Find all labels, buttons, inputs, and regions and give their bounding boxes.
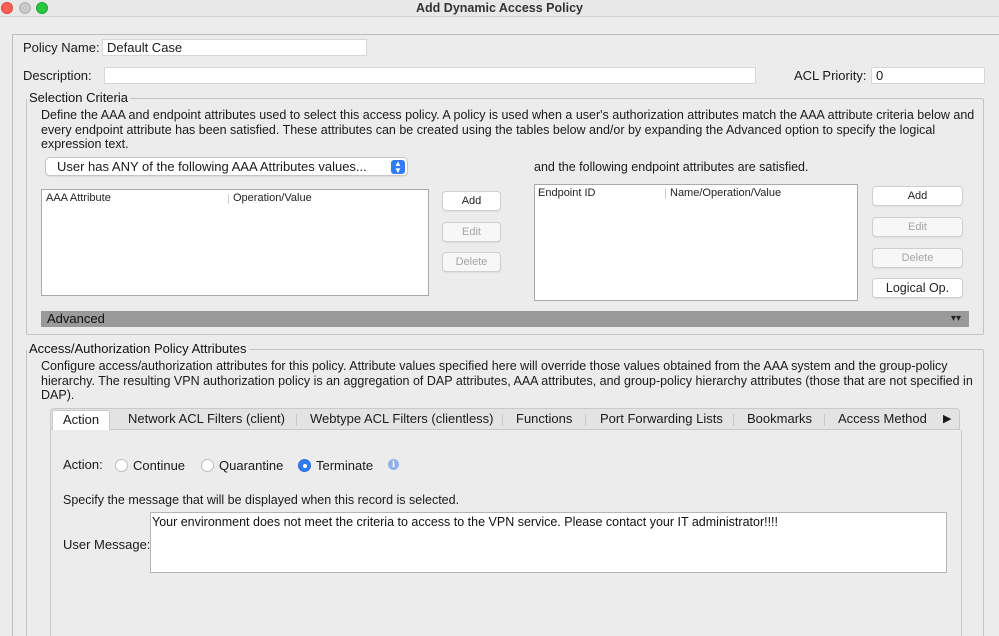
description-field[interactable]	[104, 67, 756, 84]
tab-divider	[733, 414, 734, 426]
tab-bookmarks[interactable]: Bookmarks	[747, 409, 812, 429]
access-authorization-description: Configure access/authorization attribute…	[41, 359, 973, 402]
endpoint-column-header-id[interactable]: Endpoint ID	[538, 187, 595, 199]
action-continue-label[interactable]: Continue	[133, 458, 185, 473]
endpoint-caption: and the following endpoint attributes ar…	[534, 160, 809, 174]
aaa-attribute-table[interactable]: AAA Attribute Operation/Value	[41, 189, 429, 296]
action-label: Action:	[63, 457, 103, 472]
acl-priority-label: ACL Priority:	[794, 68, 867, 83]
action-terminate-label[interactable]: Terminate	[316, 458, 373, 473]
user-message-textarea[interactable]: Your environment does not meet the crite…	[150, 512, 947, 573]
column-divider	[228, 194, 229, 204]
column-divider	[665, 189, 666, 199]
aaa-match-select-value: User has ANY of the following AAA Attrib…	[57, 159, 367, 174]
endpoint-column-header-name-operation-value[interactable]: Name/Operation/Value	[670, 187, 781, 199]
tab-divider	[824, 414, 825, 426]
info-icon[interactable]: i	[388, 459, 399, 470]
policy-name-label: Policy Name:	[23, 40, 100, 55]
window-title: Add Dynamic Access Policy	[416, 1, 583, 15]
access-authorization-legend: Access/Authorization Policy Attributes	[29, 341, 247, 356]
tab-port-forwarding-lists[interactable]: Port Forwarding Lists	[600, 409, 723, 429]
selection-criteria-description: Define the AAA and endpoint attributes u…	[41, 108, 975, 151]
tab-network-acl-filters[interactable]: Network ACL Filters (client)	[128, 409, 285, 429]
action-terminate-radio[interactable]	[298, 459, 311, 472]
endpoint-add-button[interactable]: Add	[872, 186, 963, 206]
action-quarantine-label[interactable]: Quarantine	[219, 458, 283, 473]
message-hint: Specify the message that will be display…	[63, 493, 460, 507]
advanced-label: Advanced	[47, 311, 105, 326]
acl-priority-field[interactable]: 0	[871, 67, 985, 84]
endpoint-delete-button[interactable]: Delete	[872, 248, 963, 268]
window-titlebar: Add Dynamic Access Policy	[0, 0, 999, 17]
select-arrows-icon: ▲ ▼	[391, 160, 405, 175]
aaa-column-header-operation-value[interactable]: Operation/Value	[233, 192, 312, 204]
policy-attribute-tabs: Action Network ACL Filters (client) Webt…	[50, 408, 960, 430]
tab-divider	[296, 414, 297, 426]
tab-divider	[502, 414, 503, 426]
policy-name-field[interactable]: Default Case	[102, 39, 367, 56]
action-continue-radio[interactable]	[115, 459, 128, 472]
aaa-edit-button[interactable]: Edit	[442, 222, 501, 242]
description-label: Description:	[23, 68, 92, 83]
tab-access-method[interactable]: Access Method	[838, 409, 927, 429]
tab-webtype-acl-filters[interactable]: Webtype ACL Filters (clientless)	[310, 409, 494, 429]
aaa-delete-button[interactable]: Delete	[442, 252, 501, 272]
selection-criteria-legend: Selection Criteria	[29, 90, 128, 105]
tab-action[interactable]: Action	[52, 410, 111, 430]
tab-scroll-right-icon[interactable]: ▶	[943, 409, 951, 429]
aaa-match-select[interactable]: User has ANY of the following AAA Attrib…	[45, 157, 408, 176]
endpoint-attribute-table[interactable]: Endpoint ID Name/Operation/Value	[534, 184, 858, 301]
aaa-add-button[interactable]: Add	[442, 191, 501, 211]
tab-functions[interactable]: Functions	[516, 409, 572, 429]
aaa-column-header-attribute[interactable]: AAA Attribute	[46, 192, 111, 204]
endpoint-edit-button[interactable]: Edit	[872, 217, 963, 237]
advanced-expander[interactable]: Advanced ▾▾	[41, 311, 969, 327]
tab-divider	[585, 414, 586, 426]
chevron-double-down-icon: ▾▾	[950, 313, 961, 324]
user-message-label: User Message:	[63, 537, 151, 552]
action-quarantine-radio[interactable]	[201, 459, 214, 472]
logical-op-button[interactable]: Logical Op.	[872, 278, 963, 298]
